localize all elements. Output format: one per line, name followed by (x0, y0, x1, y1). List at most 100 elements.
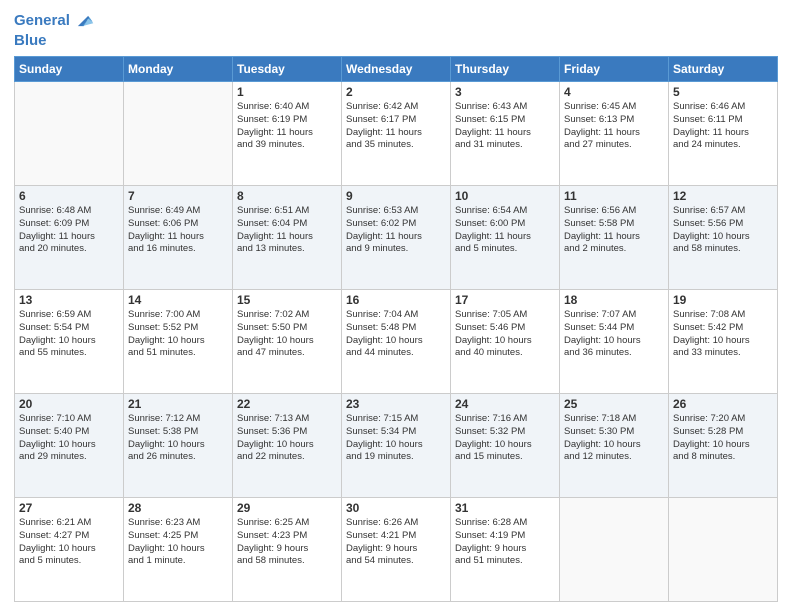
day-number: 16 (346, 293, 446, 307)
day-number: 6 (19, 189, 119, 203)
calendar-cell: 29 Sunrise: 6:25 AM Sunset: 4:23 PM Dayli… (233, 498, 342, 602)
calendar-cell: 18 Sunrise: 7:07 AM Sunset: 5:44 PM Dayli… (560, 290, 669, 394)
cell-info: Sunrise: 6:28 AM Sunset: 4:19 PM Dayligh… (455, 517, 555, 568)
cell-info: Sunrise: 6:53 AM Sunset: 6:02 PM Dayligh… (346, 205, 446, 256)
day-number: 9 (346, 189, 446, 203)
cell-info: Sunrise: 6:43 AM Sunset: 6:15 PM Dayligh… (455, 101, 555, 152)
calendar-cell: 3Sunrise: 6:43 AM Sunset: 6:15 PM Daylig… (451, 82, 560, 186)
calendar-cell: 9 Sunrise: 6:53 AM Sunset: 6:02 PM Daylig… (342, 186, 451, 290)
cell-info: Sunrise: 6:42 AM Sunset: 6:17 PM Dayligh… (346, 101, 446, 152)
cell-info: Sunrise: 6:56 AM Sunset: 5:58 PM Dayligh… (564, 205, 664, 256)
logo-text: General (14, 12, 70, 30)
cell-info: Sunrise: 6:48 AM Sunset: 6:09 PM Dayligh… (19, 205, 119, 256)
day-number: 19 (673, 293, 773, 307)
calendar-cell: 12 Sunrise: 6:57 AM Sunset: 5:56 PM Dayli… (669, 186, 778, 290)
week-row-1: 1 Sunrise: 6:40 AM Sunset: 6:19 PM Daylig… (15, 82, 778, 186)
cell-info: Sunrise: 6:51 AM Sunset: 6:04 PM Dayligh… (237, 205, 337, 256)
calendar-cell: 19 Sunrise: 7:08 AM Sunset: 5:42 PM Dayli… (669, 290, 778, 394)
day-number: 26 (673, 397, 773, 411)
week-row-2: 6 Sunrise: 6:48 AM Sunset: 6:09 PM Daylig… (15, 186, 778, 290)
calendar-cell: 15 Sunrise: 7:02 AM Sunset: 5:50 PM Dayli… (233, 290, 342, 394)
cell-info: Sunrise: 7:08 AM Sunset: 5:42 PM Dayligh… (673, 309, 773, 360)
calendar-cell: 7 Sunrise: 6:49 AM Sunset: 6:06 PM Daylig… (124, 186, 233, 290)
weekday-monday: Monday (124, 57, 233, 82)
day-number: 25 (564, 397, 664, 411)
calendar-cell: 6 Sunrise: 6:48 AM Sunset: 6:09 PM Daylig… (15, 186, 124, 290)
calendar-cell: 20Sunrise: 7:10 AM Sunset: 5:40 PM Dayli… (15, 394, 124, 498)
calendar-cell: 16 Sunrise: 7:04 AM Sunset: 5:48 PM Dayli… (342, 290, 451, 394)
day-number: 20 (19, 397, 119, 411)
logo-icon (72, 10, 94, 32)
calendar: SundayMondayTuesdayWednesdayThursdayFrid… (14, 56, 778, 602)
cell-info: Sunrise: 6:40 AM Sunset: 6:19 PM Dayligh… (237, 101, 337, 152)
day-number: 5 (673, 85, 773, 99)
calendar-cell: 31 Sunrise: 6:28 AM Sunset: 4:19 PM Dayli… (451, 498, 560, 602)
cell-info: Sunrise: 7:05 AM Sunset: 5:46 PM Dayligh… (455, 309, 555, 360)
calendar-cell: 28Sunrise: 6:23 AM Sunset: 4:25 PM Dayli… (124, 498, 233, 602)
day-number: 10 (455, 189, 555, 203)
week-row-4: 20Sunrise: 7:10 AM Sunset: 5:40 PM Dayli… (15, 394, 778, 498)
weekday-thursday: Thursday (451, 57, 560, 82)
cell-info: Sunrise: 6:45 AM Sunset: 6:13 PM Dayligh… (564, 101, 664, 152)
day-number: 21 (128, 397, 228, 411)
day-number: 29 (237, 501, 337, 515)
cell-info: Sunrise: 7:00 AM Sunset: 5:52 PM Dayligh… (128, 309, 228, 360)
day-number: 1 (237, 85, 337, 99)
cell-info: Sunrise: 7:07 AM Sunset: 5:44 PM Dayligh… (564, 309, 664, 360)
calendar-cell: 30 Sunrise: 6:26 AM Sunset: 4:21 PM Dayli… (342, 498, 451, 602)
calendar-cell (15, 82, 124, 186)
calendar-cell (669, 498, 778, 602)
calendar-cell: 1 Sunrise: 6:40 AM Sunset: 6:19 PM Daylig… (233, 82, 342, 186)
day-number: 31 (455, 501, 555, 515)
calendar-cell: 21Sunrise: 7:12 AM Sunset: 5:38 PM Dayli… (124, 394, 233, 498)
weekday-saturday: Saturday (669, 57, 778, 82)
cell-info: Sunrise: 6:57 AM Sunset: 5:56 PM Dayligh… (673, 205, 773, 256)
calendar-cell: 10Sunrise: 6:54 AM Sunset: 6:00 PM Dayli… (451, 186, 560, 290)
day-number: 18 (564, 293, 664, 307)
cell-info: Sunrise: 6:49 AM Sunset: 6:06 PM Dayligh… (128, 205, 228, 256)
calendar-cell (124, 82, 233, 186)
day-number: 23 (346, 397, 446, 411)
week-row-3: 13 Sunrise: 6:59 AM Sunset: 5:54 PM Dayli… (15, 290, 778, 394)
calendar-cell: 26 Sunrise: 7:20 AM Sunset: 5:28 PM Dayli… (669, 394, 778, 498)
calendar-cell: 2 Sunrise: 6:42 AM Sunset: 6:17 PM Daylig… (342, 82, 451, 186)
calendar-cell: 17Sunrise: 7:05 AM Sunset: 5:46 PM Dayli… (451, 290, 560, 394)
weekday-sunday: Sunday (15, 57, 124, 82)
day-number: 14 (128, 293, 228, 307)
day-number: 8 (237, 189, 337, 203)
day-number: 30 (346, 501, 446, 515)
cell-info: Sunrise: 6:23 AM Sunset: 4:25 PM Dayligh… (128, 517, 228, 568)
cell-info: Sunrise: 6:26 AM Sunset: 4:21 PM Dayligh… (346, 517, 446, 568)
calendar-cell (560, 498, 669, 602)
cell-info: Sunrise: 7:02 AM Sunset: 5:50 PM Dayligh… (237, 309, 337, 360)
calendar-cell: 23Sunrise: 7:15 AM Sunset: 5:34 PM Dayli… (342, 394, 451, 498)
weekday-tuesday: Tuesday (233, 57, 342, 82)
calendar-cell: 13 Sunrise: 6:59 AM Sunset: 5:54 PM Dayli… (15, 290, 124, 394)
calendar-cell: 14 Sunrise: 7:00 AM Sunset: 5:52 PM Dayli… (124, 290, 233, 394)
weekday-wednesday: Wednesday (342, 57, 451, 82)
cell-info: Sunrise: 6:46 AM Sunset: 6:11 PM Dayligh… (673, 101, 773, 152)
day-number: 27 (19, 501, 119, 515)
calendar-cell: 24Sunrise: 7:16 AM Sunset: 5:32 PM Dayli… (451, 394, 560, 498)
day-number: 24 (455, 397, 555, 411)
day-number: 15 (237, 293, 337, 307)
day-number: 12 (673, 189, 773, 203)
calendar-cell: 5 Sunrise: 6:46 AM Sunset: 6:11 PM Daylig… (669, 82, 778, 186)
cell-info: Sunrise: 6:25 AM Sunset: 4:23 PM Dayligh… (237, 517, 337, 568)
logo-blue: Blue (14, 32, 94, 50)
calendar-cell: 4 Sunrise: 6:45 AM Sunset: 6:13 PM Daylig… (560, 82, 669, 186)
header: General Blue (14, 10, 778, 50)
cell-info: Sunrise: 6:21 AM Sunset: 4:27 PM Dayligh… (19, 517, 119, 568)
cell-info: Sunrise: 7:04 AM Sunset: 5:48 PM Dayligh… (346, 309, 446, 360)
day-number: 4 (564, 85, 664, 99)
cell-info: Sunrise: 6:59 AM Sunset: 5:54 PM Dayligh… (19, 309, 119, 360)
calendar-cell: 8 Sunrise: 6:51 AM Sunset: 6:04 PM Daylig… (233, 186, 342, 290)
day-number: 7 (128, 189, 228, 203)
cell-info: Sunrise: 7:20 AM Sunset: 5:28 PM Dayligh… (673, 413, 773, 464)
calendar-cell: 22Sunrise: 7:13 AM Sunset: 5:36 PM Dayli… (233, 394, 342, 498)
day-number: 13 (19, 293, 119, 307)
weekday-friday: Friday (560, 57, 669, 82)
day-number: 2 (346, 85, 446, 99)
calendar-cell: 25 Sunrise: 7:18 AM Sunset: 5:30 PM Dayli… (560, 394, 669, 498)
cell-info: Sunrise: 7:18 AM Sunset: 5:30 PM Dayligh… (564, 413, 664, 464)
